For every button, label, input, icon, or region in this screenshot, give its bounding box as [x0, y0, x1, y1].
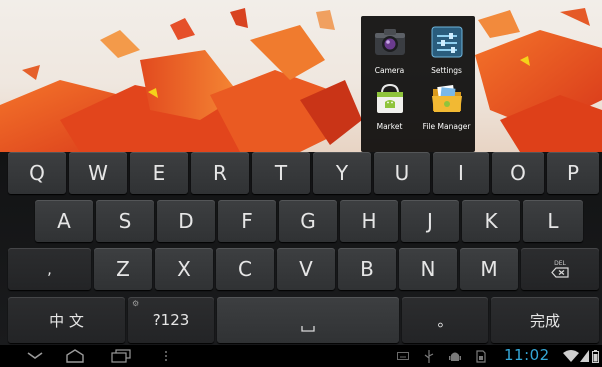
- app-settings[interactable]: Settings: [418, 24, 475, 75]
- app-label: Market: [376, 122, 403, 131]
- key-a[interactable]: A: [35, 200, 93, 242]
- wifi-icon: [563, 348, 579, 364]
- file-manager-icon: [429, 80, 465, 116]
- key-symbols-label: ?123: [152, 311, 190, 329]
- app-shortcut-panel: Camera Settings Market File Manager: [361, 16, 475, 152]
- key-u[interactable]: U: [374, 152, 430, 194]
- menu-button[interactable]: [160, 348, 172, 364]
- wallpaper-art: [0, 8, 602, 152]
- key-delete[interactable]: DEL: [521, 248, 599, 290]
- key-period[interactable]: 。: [402, 297, 488, 343]
- home-icon: [66, 349, 84, 363]
- key-g[interactable]: G: [279, 200, 337, 242]
- app-file-manager[interactable]: File Manager: [418, 80, 475, 131]
- key-m[interactable]: M: [460, 248, 518, 290]
- key-y[interactable]: Y: [313, 152, 371, 194]
- keyboard-notification-icon: [396, 348, 410, 364]
- key-language-switch[interactable]: 中 文: [8, 297, 125, 343]
- system-bar: 11:02: [0, 345, 602, 367]
- key-o[interactable]: O: [492, 152, 544, 194]
- key-p[interactable]: P: [547, 152, 599, 194]
- key-d[interactable]: D: [157, 200, 215, 242]
- app-label: Camera: [374, 66, 405, 75]
- key-c[interactable]: C: [216, 248, 274, 290]
- hide-keyboard-button[interactable]: [22, 348, 48, 364]
- app-label: Settings: [431, 66, 462, 75]
- usb-icon: [422, 348, 436, 364]
- signal-icon: [579, 348, 589, 364]
- app-market[interactable]: Market: [361, 80, 418, 131]
- key-j[interactable]: J: [401, 200, 459, 242]
- key-i[interactable]: I: [433, 152, 489, 194]
- key-s[interactable]: S: [96, 200, 154, 242]
- key-n[interactable]: N: [399, 248, 457, 290]
- key-done[interactable]: 完成: [491, 297, 599, 343]
- home-button[interactable]: [62, 348, 88, 364]
- app-camera[interactable]: Camera: [361, 24, 418, 75]
- camera-icon: [372, 24, 408, 60]
- key-e[interactable]: E: [130, 152, 188, 194]
- home-wallpaper: [0, 0, 602, 152]
- key-z[interactable]: Z: [94, 248, 152, 290]
- key-h[interactable]: H: [340, 200, 398, 242]
- recent-apps-button[interactable]: [108, 348, 134, 364]
- key-t[interactable]: T: [252, 152, 310, 194]
- key-r[interactable]: R: [191, 152, 249, 194]
- key-k[interactable]: K: [462, 200, 520, 242]
- delete-hint: DEL: [554, 260, 566, 267]
- key-b[interactable]: B: [338, 248, 396, 290]
- key-space[interactable]: [217, 297, 399, 343]
- key-x[interactable]: X: [155, 248, 213, 290]
- key-symbols[interactable]: ⚙ ?123: [128, 297, 214, 343]
- settings-icon: [429, 24, 465, 60]
- key-q[interactable]: Q: [8, 152, 66, 194]
- status-clock: 11:02: [504, 346, 550, 364]
- soft-keyboard: Q W E R T Y U I O P A S D F G H J K L , …: [0, 152, 602, 345]
- battery-icon: [590, 348, 600, 364]
- android-debug-icon: [448, 348, 462, 364]
- key-w[interactable]: W: [69, 152, 127, 194]
- overflow-menu-icon: [165, 351, 167, 361]
- key-v[interactable]: V: [277, 248, 335, 290]
- key-comma[interactable]: ,: [8, 248, 91, 290]
- backspace-icon: [551, 267, 569, 278]
- app-label: File Manager: [422, 122, 471, 131]
- recent-apps-icon: [111, 349, 131, 363]
- space-icon: [301, 326, 315, 332]
- key-f[interactable]: F: [218, 200, 276, 242]
- market-icon: [372, 80, 408, 116]
- chevron-down-icon: [27, 352, 43, 359]
- sd-card-icon: [474, 348, 488, 364]
- settings-hint-icon: ⚙: [132, 299, 140, 308]
- key-l[interactable]: L: [523, 200, 583, 242]
